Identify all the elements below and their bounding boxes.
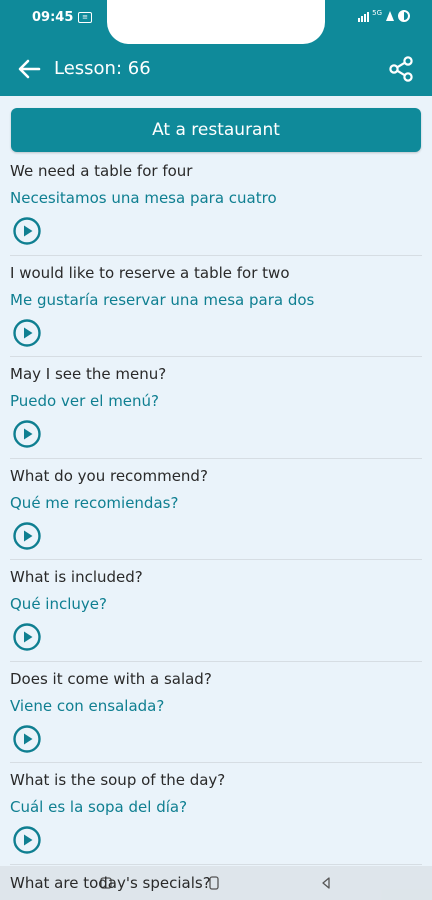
- phrase-english: Does it come with a salad?: [10, 669, 212, 688]
- status-bar: 09:45 ≡ 5G: [0, 0, 432, 44]
- list-item: What is the soup of the day? Cuál es la …: [10, 763, 422, 865]
- list-item: Does it come with a salad? Viene con ens…: [10, 662, 422, 763]
- camera-notch: [107, 0, 325, 44]
- list-item: What do you recommend? Qué me recomienda…: [10, 459, 422, 560]
- wifi-icon: [386, 11, 394, 21]
- list-item: May I see the menu? Puedo ver el menú?: [10, 357, 422, 459]
- battery-icon: [398, 10, 410, 22]
- play-audio-icon[interactable]: [12, 216, 42, 246]
- page-title: Lesson: 66: [54, 58, 151, 79]
- phrase-english: We need a table for four: [10, 162, 193, 180]
- phrase-spanish: Qué me recomiendas?: [10, 493, 179, 512]
- network-type: 5G: [372, 9, 382, 17]
- phrase-english: What is included?: [10, 568, 143, 586]
- status-icons: 5G: [358, 9, 410, 22]
- app-bar: Lesson: 66: [0, 44, 432, 96]
- share-icon[interactable]: [386, 54, 416, 84]
- phrase-english: What do you recommend?: [10, 466, 208, 485]
- back-arrow-icon[interactable]: [14, 54, 44, 84]
- phrase-spanish: Necesitamos una mesa para cuatro: [10, 189, 277, 207]
- phrase-list: We need a table for four Necesitamos una…: [0, 154, 432, 865]
- phrase-spanish: Cuál es la sopa del día?: [10, 798, 188, 816]
- phrase-english: What is the soup of the day?: [10, 771, 226, 789]
- list-item: What is included? Qué incluye?: [10, 560, 422, 662]
- main-content: At a restaurant We need a table for four…: [0, 96, 432, 900]
- play-audio-icon[interactable]: [12, 724, 42, 754]
- phrase-spanish: Qué incluye?: [10, 595, 107, 613]
- status-time: 09:45: [32, 10, 74, 25]
- phrase-spanish: Me gustaría reservar una mesa para dos: [10, 290, 315, 309]
- phrase-spanish: Viene con ensalada?: [10, 696, 165, 715]
- phrase-english: I would like to reserve a table for two: [10, 263, 290, 282]
- phrase-english-partial: What are today's specials?: [10, 874, 211, 892]
- phrase-english: May I see the menu?: [10, 365, 167, 383]
- signal-icon: [358, 10, 370, 22]
- play-audio-icon[interactable]: [12, 419, 42, 449]
- list-item: I would like to reserve a table for two …: [10, 256, 422, 357]
- play-audio-icon[interactable]: [12, 622, 42, 652]
- play-audio-icon[interactable]: [12, 825, 42, 855]
- lesson-title-banner: At a restaurant: [11, 108, 421, 152]
- system-back-icon[interactable]: [318, 875, 334, 891]
- message-notification-icon: ≡: [78, 12, 92, 23]
- phrase-spanish: Puedo ver el menú?: [10, 392, 160, 410]
- play-audio-icon[interactable]: [12, 318, 42, 348]
- list-item: We need a table for four Necesitamos una…: [10, 154, 422, 256]
- play-audio-icon[interactable]: [12, 521, 42, 551]
